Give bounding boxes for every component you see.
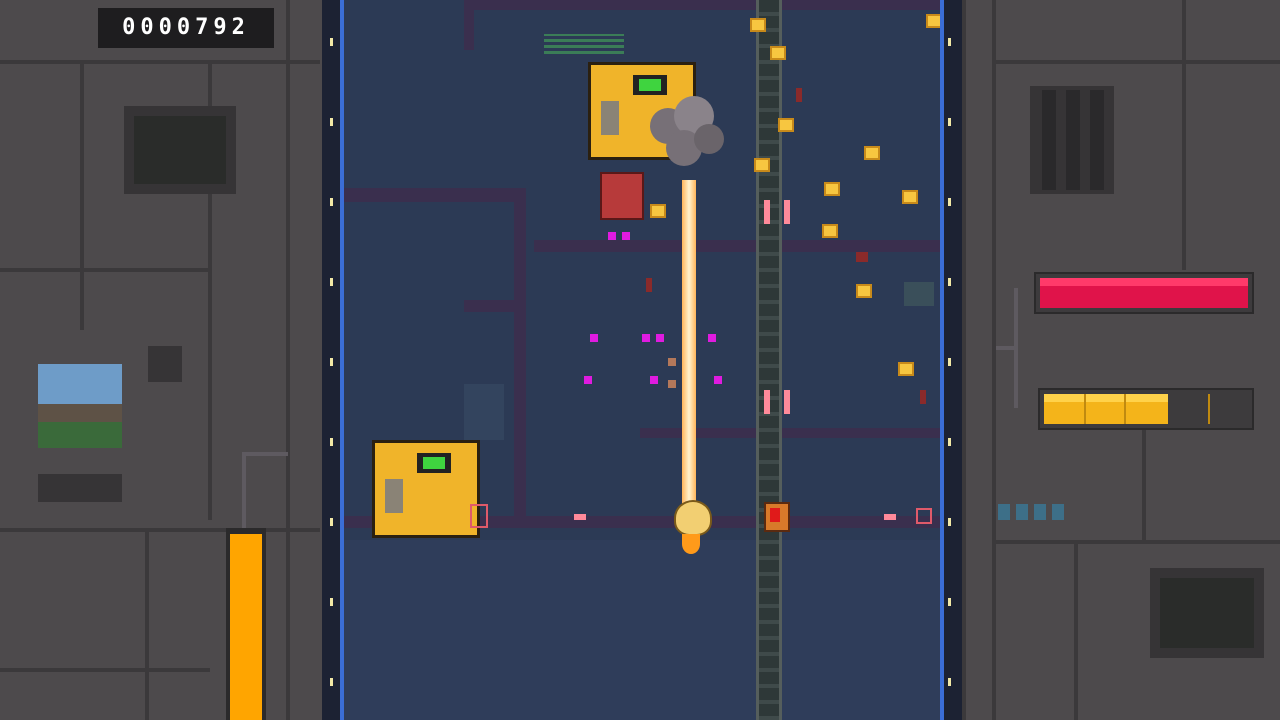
- coin-pickup: [826, 184, 838, 194]
- power-bar-fill: [230, 534, 262, 720]
- health-bar: [1034, 272, 1254, 314]
- left-rail: [322, 0, 344, 720]
- enemy-drone: [600, 172, 644, 220]
- left-panel: [0, 0, 322, 720]
- enemy-bullet: [622, 232, 630, 240]
- coin-pickup: [824, 226, 836, 236]
- coin-pickup: [780, 120, 792, 130]
- playfield: [344, 0, 940, 720]
- coin-pickup: [904, 192, 916, 202]
- coin-pickup: [752, 20, 764, 30]
- enemy-bullet: [714, 376, 722, 384]
- coin-pickup: [866, 148, 878, 158]
- coin-pickup: [756, 160, 768, 170]
- coin-pickup: [858, 286, 870, 296]
- pink-marker: [764, 200, 770, 224]
- right-panel: [962, 0, 1280, 720]
- right-rail: [940, 0, 962, 720]
- power-bar: [226, 528, 266, 720]
- score-counter: 0000792: [98, 8, 274, 48]
- coin-pickup: [928, 16, 940, 26]
- vertical-track: [758, 0, 780, 720]
- enemy-bullet: [642, 334, 650, 342]
- thruster-flame: [682, 534, 700, 554]
- enemy-bullet: [608, 232, 616, 240]
- enemy-bullet: [584, 376, 592, 384]
- enemy-bullet: [708, 334, 716, 342]
- energy-bar: [1038, 388, 1254, 430]
- enemy-robot-left: [372, 440, 480, 538]
- enemy-bullet: [650, 376, 658, 384]
- player-ship: [674, 500, 712, 536]
- coin-pickup: [652, 206, 664, 216]
- enemy-bullet: [590, 334, 598, 342]
- player-laser: [682, 180, 696, 510]
- coin-pickup: [772, 48, 784, 58]
- coin-pickup: [900, 364, 912, 374]
- enemy-bullet: [656, 334, 664, 342]
